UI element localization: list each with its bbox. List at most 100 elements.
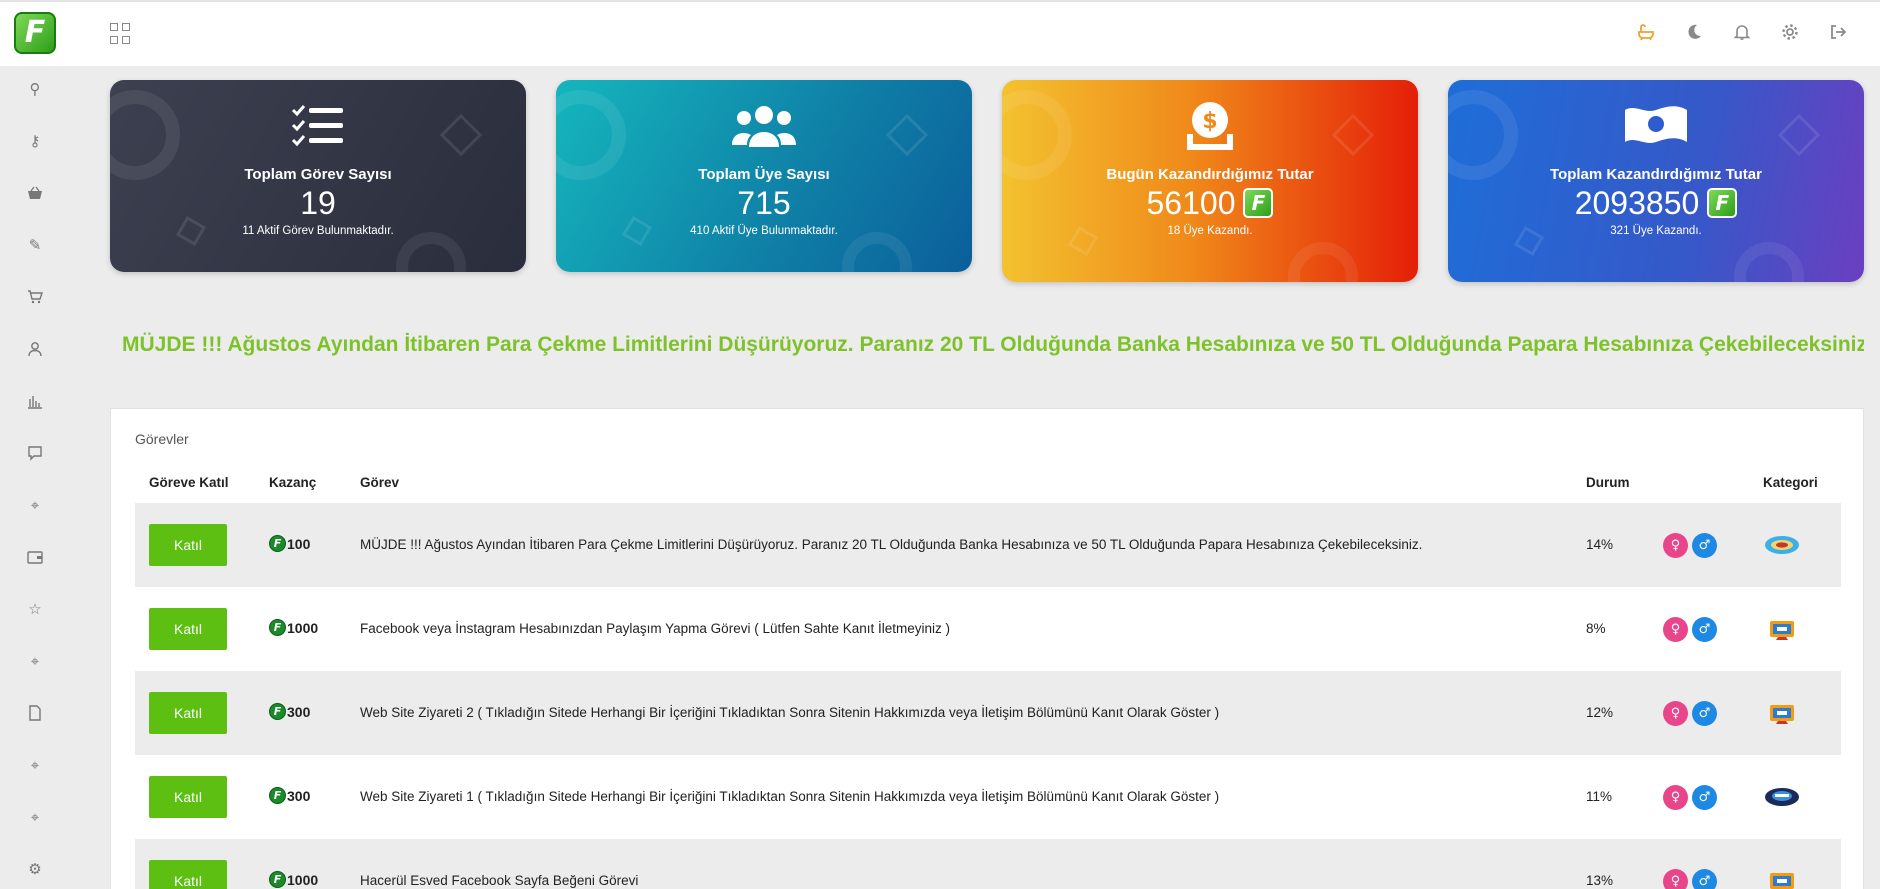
task-description: Hacerül Esved Facebook Sayfa Beğeni Göre… xyxy=(360,873,639,888)
pen-icon[interactable]: ✎ xyxy=(23,233,47,257)
table-header: Göreve Katıl Kazanç Görev Durum Kategori xyxy=(135,467,1841,497)
task-description: Web Site Ziyareti 2 ( Tıkladığın Sitede … xyxy=(360,705,1220,720)
top-bar: F xyxy=(0,0,1880,66)
join-task-button[interactable]: Katıl xyxy=(149,608,227,650)
task-status: 12% xyxy=(1586,705,1614,720)
flag-icon xyxy=(1448,98,1864,154)
target-icon[interactable]: ⌖ xyxy=(23,493,47,517)
join-task-button[interactable]: Katıl xyxy=(149,776,227,818)
star-icon[interactable]: ☆ xyxy=(23,597,47,621)
card-subtitle: 321 Üye Kazandı. xyxy=(1610,225,1702,237)
reward: F 100 xyxy=(269,535,310,552)
apps-grid-icon[interactable] xyxy=(110,23,132,45)
female-icon: ♀ xyxy=(1663,533,1688,558)
chat-icon[interactable] xyxy=(23,441,47,465)
moon-icon[interactable] xyxy=(1682,20,1706,44)
bell-icon[interactable] xyxy=(1730,20,1754,44)
social-category-icon xyxy=(1763,784,1801,810)
coin-icon: F xyxy=(269,619,286,636)
website-category-icon xyxy=(1763,700,1801,726)
task-status: 8% xyxy=(1586,621,1606,636)
announcement-category-icon xyxy=(1763,532,1801,558)
coin-icon: F xyxy=(269,871,286,888)
join-task-button[interactable]: Katıl xyxy=(149,524,227,566)
target-icon[interactable]: ⌖ xyxy=(23,649,47,673)
coin-icon: F xyxy=(269,535,286,552)
card-subtitle: 410 Aktif Üye Bulunmaktadır. xyxy=(690,225,838,237)
card-value: 2093850 F xyxy=(1448,185,1864,221)
reward: F 1000 xyxy=(269,619,318,636)
currency-logo-icon: F xyxy=(1243,188,1274,218)
users-icon xyxy=(556,98,972,154)
task-status: 11% xyxy=(1586,789,1613,804)
chart-icon[interactable] xyxy=(23,389,47,413)
target-icon[interactable]: ⌖ xyxy=(23,753,47,777)
card-title: Toplam Üye Sayısı xyxy=(698,166,830,183)
stat-card-today-earnings: $ Bugün Kazandırdığımız Tutar 56100 F 18 … xyxy=(1002,80,1418,282)
card-value: 56100 F xyxy=(1002,185,1418,221)
reward: F 300 xyxy=(269,703,310,720)
website-category-icon xyxy=(1763,616,1801,642)
card-title: Bugün Kazandırdığımız Tutar xyxy=(1106,166,1314,183)
reward: F 300 xyxy=(269,787,310,804)
card-value: 19 xyxy=(300,185,336,221)
target-icon[interactable]: ⌖ xyxy=(23,805,47,829)
table-row: Katıl F 300 Web Site Ziyareti 1 ( Tıkladı… xyxy=(135,755,1841,839)
card-title: Toplam Görev Sayısı xyxy=(244,166,392,183)
join-task-button[interactable]: Katıl xyxy=(149,860,227,889)
female-icon: ♀ xyxy=(1663,869,1688,889)
task-status: 13% xyxy=(1586,873,1614,888)
currency-logo-icon: F xyxy=(1707,188,1738,218)
stat-card-total-earnings: Toplam Kazandırdığımız Tutar 2093850 F 32… xyxy=(1448,80,1864,282)
file-icon[interactable] xyxy=(23,701,47,725)
male-icon: ♂ xyxy=(1692,785,1717,810)
table-row: Katıl F 1000 Facebook veya İnstagram Hesa… xyxy=(135,587,1841,671)
gear-icon[interactable] xyxy=(1778,20,1802,44)
sidebar: ⚲ ⚷ ✎ ⌖ ☆ ⌖ ⌖ ⌖ ⚙ xyxy=(0,66,70,889)
tasks-panel: Görevler Göreve Katıl Kazanç Görev Durum… xyxy=(110,408,1864,889)
reward: F 1000 xyxy=(269,871,318,888)
announcement-text: MÜJDE !!! Ağustos Ayından İtibaren Para … xyxy=(122,333,1864,356)
male-icon: ♂ xyxy=(1692,617,1717,642)
money-icon: $ xyxy=(1002,98,1418,154)
stat-card-total-members: Toplam Üye Sayısı 715 410 Aktif Üye Bulu… xyxy=(556,80,972,272)
column-reward: Kazanç xyxy=(269,475,317,490)
task-description: Facebook veya İnstagram Hesabınızdan Pay… xyxy=(360,621,951,636)
user-icon[interactable] xyxy=(23,337,47,361)
task-status: 14% xyxy=(1586,537,1614,552)
male-icon: ♂ xyxy=(1692,869,1717,889)
panel-title: Görevler xyxy=(135,431,189,447)
svg-text:$: $ xyxy=(1202,109,1217,134)
join-task-button[interactable]: Katıl xyxy=(149,692,227,734)
checklist-icon xyxy=(110,98,526,154)
table-row: Katıl F 100 MÜJDE !!! Ağustos Ayından İti… xyxy=(135,503,1841,587)
task-description: Web Site Ziyareti 1 ( Tıkladığın Sitede … xyxy=(360,789,1220,804)
cart-icon[interactable] xyxy=(23,285,47,309)
card-subtitle: 11 Aktif Görev Bulunmaktadır. xyxy=(242,225,394,237)
table-row: Katıl F 300 Web Site Ziyareti 2 ( Tıkladı… xyxy=(135,671,1841,755)
male-icon: ♂ xyxy=(1692,533,1717,558)
coin-icon: F xyxy=(269,787,286,804)
gear-icon[interactable]: ⚙ xyxy=(23,857,47,881)
female-icon: ♀ xyxy=(1663,617,1688,642)
card-subtitle: 18 Üye Kazandı. xyxy=(1167,225,1253,237)
basket-icon[interactable] xyxy=(23,181,47,205)
column-category: Kategori xyxy=(1763,475,1818,490)
key-alt-icon[interactable]: ⚷ xyxy=(23,129,47,153)
column-status: Durum xyxy=(1586,475,1630,490)
female-icon: ♀ xyxy=(1663,701,1688,726)
key-icon[interactable]: ⚲ xyxy=(23,77,47,101)
table-row: Katıl F 1000 Hacerül Esved Facebook Sayfa… xyxy=(135,839,1841,889)
card-title: Toplam Kazandırdığımız Tutar xyxy=(1550,166,1762,183)
male-icon: ♂ xyxy=(1692,701,1717,726)
wallet-icon[interactable] xyxy=(23,545,47,569)
logout-icon[interactable] xyxy=(1826,20,1850,44)
website-category-icon xyxy=(1763,868,1801,889)
app-logo[interactable]: F xyxy=(14,12,56,54)
column-task: Görev xyxy=(360,475,400,490)
coin-icon: F xyxy=(269,703,286,720)
female-icon: ♀ xyxy=(1663,785,1688,810)
bath-icon[interactable] xyxy=(1634,20,1658,44)
column-join: Göreve Katıl xyxy=(149,475,229,490)
announcement-marquee: MÜJDE !!! Ağustos Ayından İtibaren Para … xyxy=(110,330,1864,360)
